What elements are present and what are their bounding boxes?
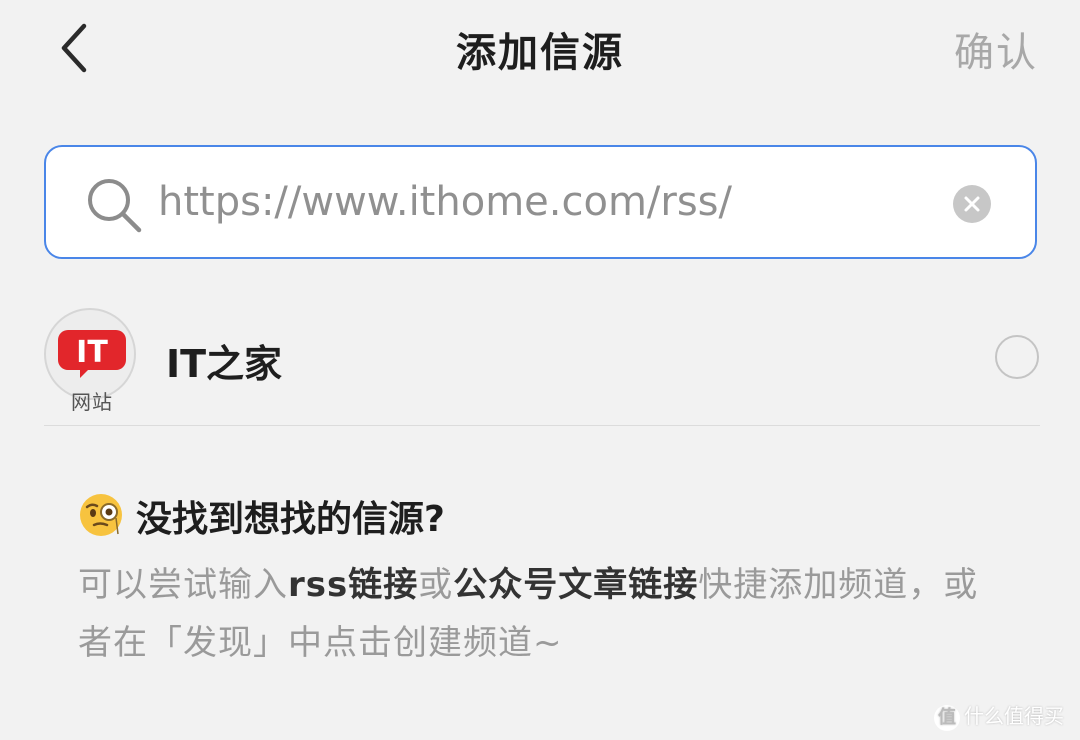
watermark: 值什么值得买 bbox=[934, 700, 1064, 731]
top-bar: 添加信源 确认 bbox=[0, 0, 1080, 96]
source-name: IT之家 bbox=[166, 342, 283, 386]
back-arrow-icon[interactable] bbox=[50, 18, 106, 78]
help-bold-article: 公众号文章链接 bbox=[453, 565, 699, 605]
help-bold-rss: rss链接 bbox=[288, 565, 419, 605]
source-result-item[interactable]: IT 网站 IT之家 bbox=[44, 305, 1040, 417]
face-with-monocle-icon bbox=[80, 494, 122, 536]
help-title: 没找到想找的信源? bbox=[136, 499, 445, 540]
source-logo: IT 网站 bbox=[44, 308, 136, 414]
clear-icon[interactable] bbox=[953, 185, 991, 223]
divider bbox=[44, 425, 1040, 426]
select-radio[interactable] bbox=[995, 335, 1039, 379]
confirm-button[interactable]: 确认 bbox=[954, 20, 1038, 78]
search-icon bbox=[88, 179, 142, 233]
logo-text: IT bbox=[76, 335, 108, 370]
page-title: 添加信源 bbox=[456, 30, 624, 76]
help-description: 可以尝试输入rss链接或公众号文章链接快捷添加频道，或者在「发现」中点击创建频道… bbox=[78, 556, 998, 672]
help-text-prefix: 可以尝试输入 bbox=[78, 565, 288, 605]
search-box[interactable] bbox=[44, 145, 1037, 259]
watermark-text: 什么值得买 bbox=[964, 704, 1064, 728]
source-type-label: 网站 bbox=[71, 390, 113, 414]
watermark-logo-icon: 值 bbox=[934, 704, 960, 731]
ithome-logo-icon: IT bbox=[58, 330, 126, 378]
search-input[interactable] bbox=[158, 169, 928, 235]
help-text-mid: 或 bbox=[418, 565, 454, 605]
